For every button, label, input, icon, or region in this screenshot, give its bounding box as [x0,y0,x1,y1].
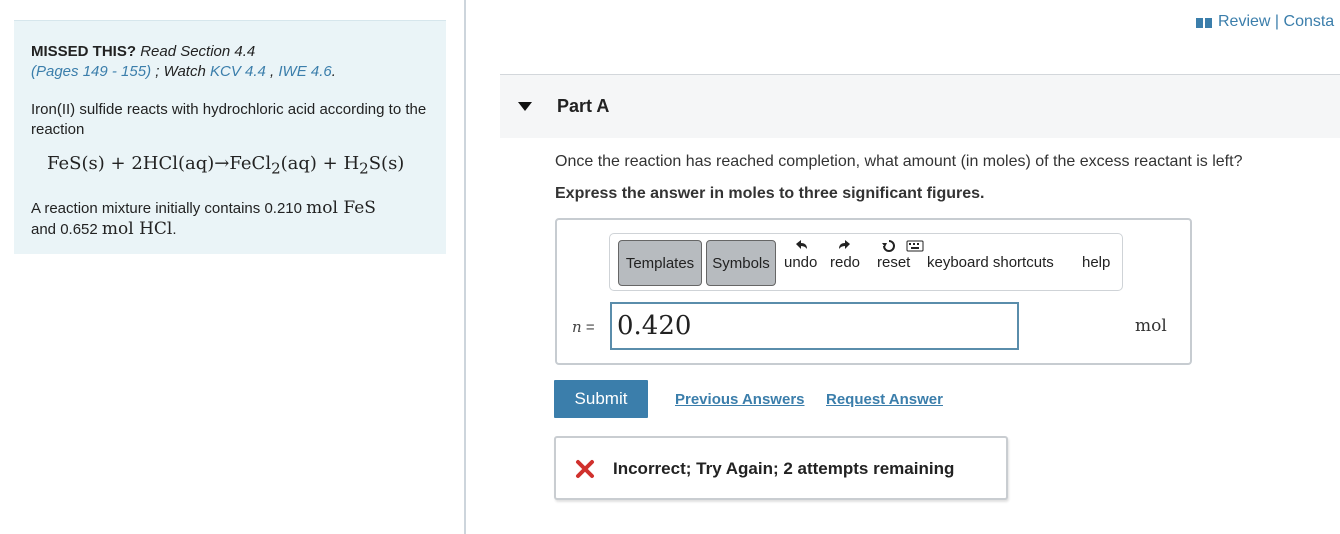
review-link-text[interactable]: Review | Consta [1218,13,1334,31]
previous-answers-link[interactable]: Previous Answers [675,391,805,408]
unit-label: mol [1135,316,1167,336]
review-constants-link[interactable]: Review | Consta [1196,13,1334,31]
feedback-message: Incorrect; Try Again; 2 attempts remaini… [613,459,955,478]
redo-icon[interactable] [836,238,854,254]
undo-label[interactable]: undo [784,254,817,271]
redo-label[interactable]: redo [830,254,860,271]
mix-text-a: A reaction mixture initially contains 0.… [31,200,307,217]
mix-period: . [172,221,177,238]
kcv-link[interactable]: KCV 4.4 [210,63,266,80]
answer-input[interactable]: 0.420 [610,302,1019,350]
answer-area: Templates Symbols undo redo reset keyboa… [555,218,1192,365]
hint-panel: MISSED THIS? Read Section 4.4 (Pages 149… [14,20,446,254]
pages-link[interactable]: (Pages 149 - 155) [31,63,151,80]
submit-button[interactable]: Submit [554,380,648,418]
reaction-equation: FeS(s) + 2HCl(aq)→FeCl2(aq) + H2S(s) [47,153,404,180]
reaction-arrow: → [214,153,230,174]
problem-intro: Iron(II) sulfide reacts with hydrochlori… [31,101,427,138]
period: . [331,63,336,80]
undo-icon[interactable] [792,238,810,254]
math-toolbar: Templates Symbols undo redo reset keyboa… [609,233,1123,291]
reactant-fes: FeS(s) [47,153,105,174]
variable-label: n = [572,318,595,336]
product-h2s-state: S(s) [368,153,405,174]
iwe-link[interactable]: IWE 4.6 [278,63,331,80]
feedback-box: Incorrect; Try Again; 2 attempts remaini… [554,436,1008,500]
plus-sign: + [316,153,344,174]
reset-icon[interactable] [880,238,898,254]
equals-sign: = [581,319,595,336]
keyboard-shortcuts-label[interactable]: keyboard shortcuts [927,254,1054,271]
question-text: Once the reaction has reached completion… [555,153,1243,170]
request-answer-link[interactable]: Request Answer [826,391,943,408]
mix-unit-fes: mol FeS [306,198,376,218]
column-divider [464,0,466,534]
book-icon [1196,16,1212,28]
symbols-button[interactable]: Symbols [706,240,776,286]
part-a-header[interactable]: Part A [500,74,1340,138]
product-fecl2-state: (aq) [280,153,317,174]
reactant-hcl: 2HCl(aq) [131,153,215,174]
plus-sign: + [104,153,132,174]
product-h2s: H [343,153,360,174]
keyboard-icon[interactable] [906,238,924,254]
variable-n: n [572,318,582,336]
subscript: 2 [271,159,281,178]
collapse-triangle-icon[interactable] [518,102,532,111]
instruction-text: Express the answer in moles to three sig… [555,185,985,202]
help-label[interactable]: help [1082,254,1110,271]
mix-text-b: and 0.652 [31,221,102,238]
mixture-text: A reaction mixture initially contains 0.… [31,198,431,240]
product-fecl2: FeCl [229,153,272,174]
watch-text: ; Watch [151,63,210,80]
missed-label: MISSED THIS? [31,43,137,60]
subscript: 2 [359,159,369,178]
templates-button[interactable]: Templates [618,240,702,286]
part-title: Part A [557,96,610,116]
missed-this-block: MISSED THIS? Read Section 4.4 (Pages 149… [31,42,336,82]
mix-unit-hcl: mol HCl [101,219,173,239]
separator: , [265,63,279,80]
read-section-text: Read Section 4.4 [140,43,256,60]
error-x-icon [575,459,595,479]
reset-label[interactable]: reset [877,254,910,271]
